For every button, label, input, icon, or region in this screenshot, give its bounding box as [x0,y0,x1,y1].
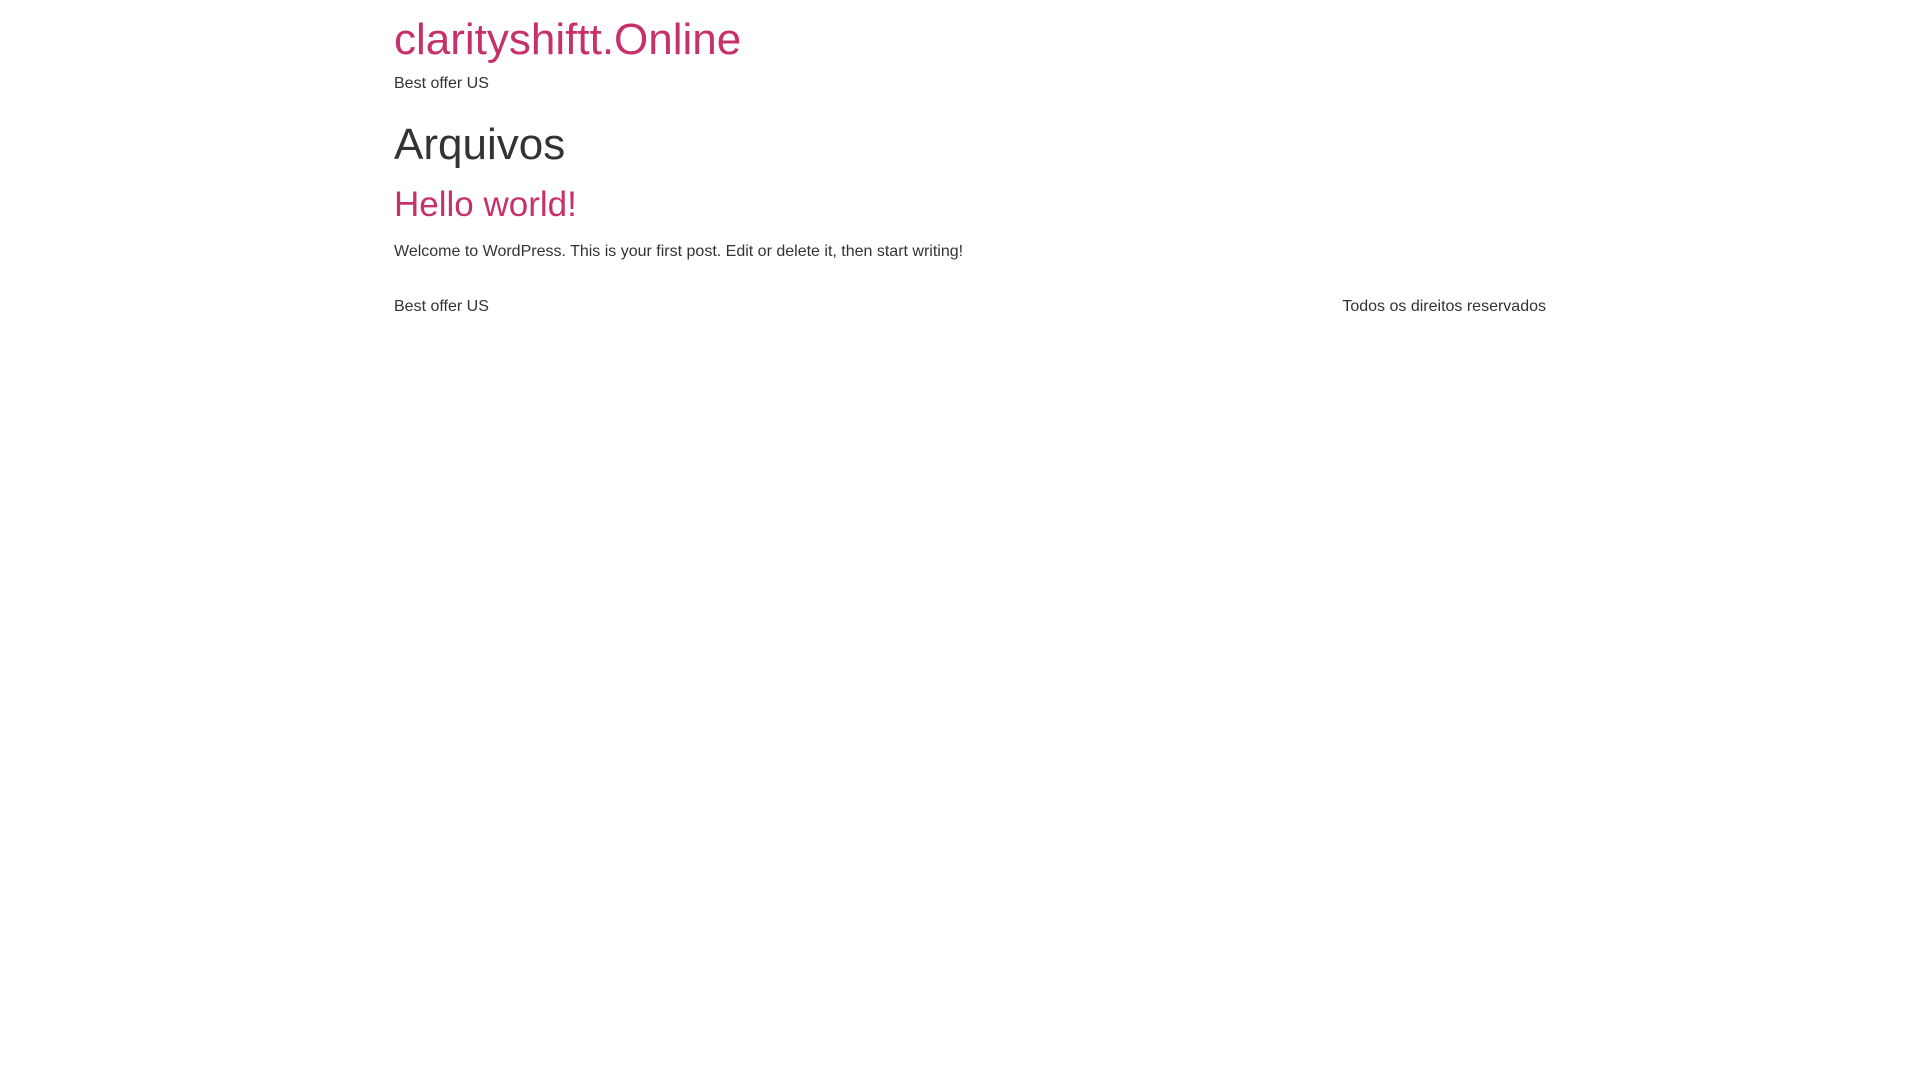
archive-title: Arquivos [394,120,566,169]
footer-copyright: Todos os direitos reservados [1342,298,1546,315]
post-title-link[interactable]: Hello world! [394,184,577,226]
post-excerpt: Welcome to WordPress. This is your first… [394,243,964,260]
site-tagline: Best offer US [394,75,489,92]
footer-site-tagline: Best offer US [394,298,489,315]
site-title-link[interactable]: clarityshiftt.Online [394,14,741,66]
